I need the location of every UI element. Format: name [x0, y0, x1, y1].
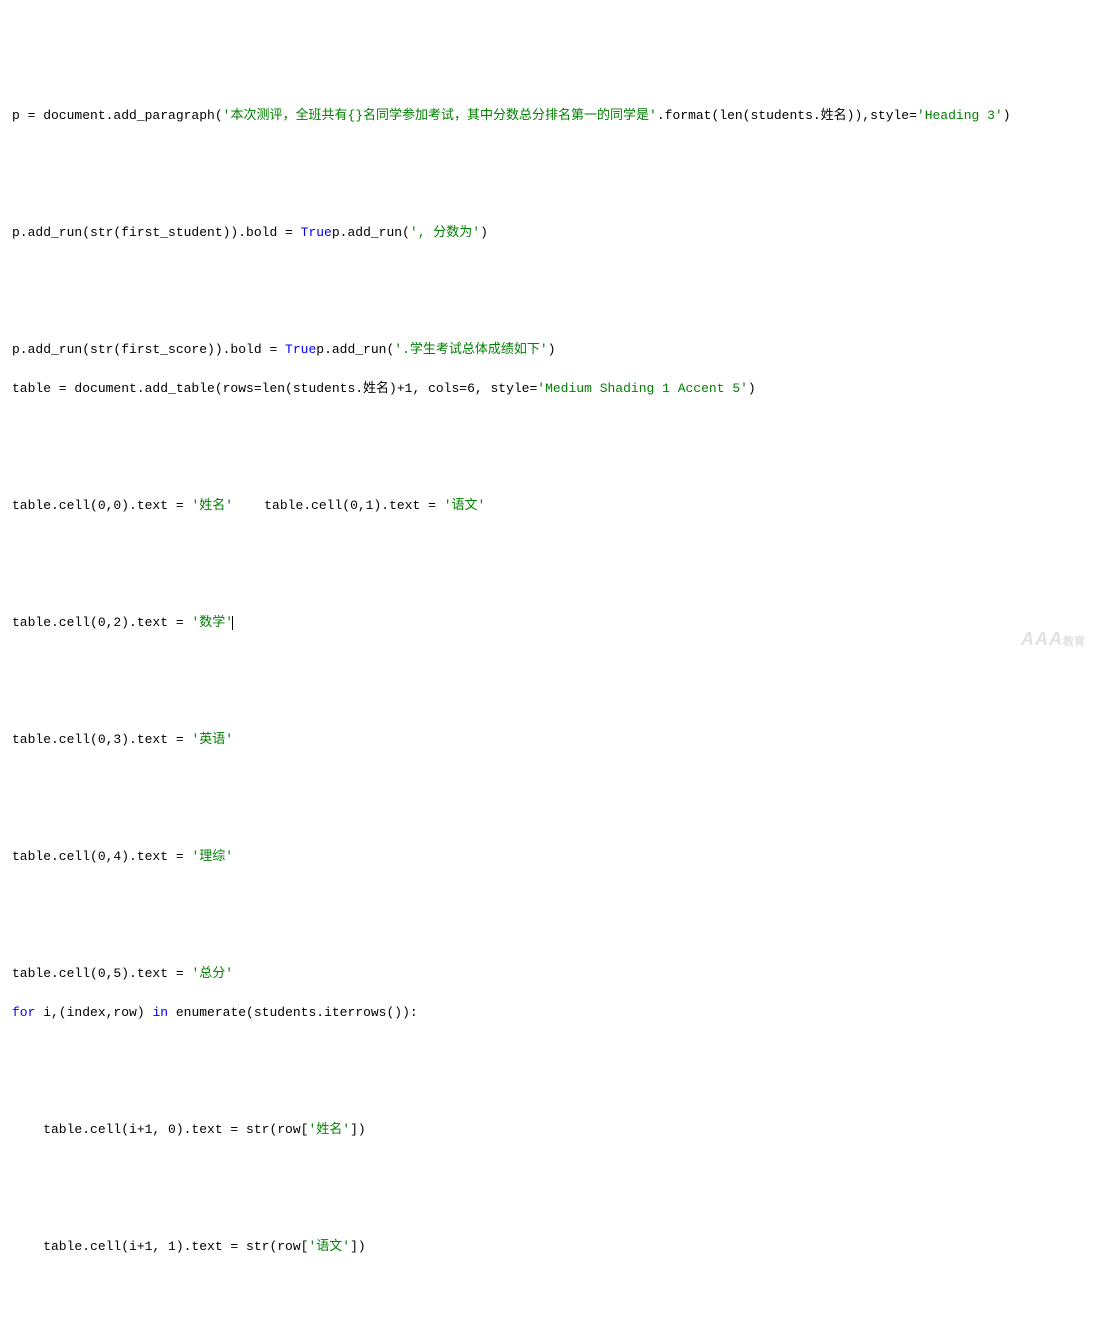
blank-line: [12, 262, 1085, 282]
blank-line: [12, 1159, 1085, 1179]
blank-line: [12, 301, 1085, 321]
code-line: p.add_run(str(first_score)).bold = Truep…: [12, 340, 1085, 360]
code-line: for i,(index,row) in enumerate(students.…: [12, 1003, 1085, 1023]
code-line: table.cell(0,2).text = '数学': [12, 613, 1085, 633]
blank-line: [12, 1042, 1085, 1062]
code-line: table.cell(0,0).text = '姓名' table.cell(0…: [12, 496, 1085, 516]
blank-line: [12, 769, 1085, 789]
code-line: p.add_run(str(first_student)).bold = Tru…: [12, 223, 1085, 243]
code-line: table.cell(i+1, 0).text = str(row['姓名']): [12, 1120, 1085, 1140]
blank-line: [12, 886, 1085, 906]
blank-line: [12, 691, 1085, 711]
blank-line: [12, 1276, 1085, 1296]
blank-line: [12, 184, 1085, 204]
code-line: table.cell(0,4).text = '理综': [12, 847, 1085, 867]
blank-line: [12, 145, 1085, 165]
blank-line: [12, 418, 1085, 438]
blank-line: [12, 1198, 1085, 1218]
blank-line: [12, 808, 1085, 828]
code-line: table.cell(i+1, 1).text = str(row['语文']): [12, 1237, 1085, 1257]
blank-line: [12, 925, 1085, 945]
blank-line: [12, 535, 1085, 555]
blank-line: [12, 1081, 1085, 1101]
code-line: table.cell(0,5).text = '总分': [12, 964, 1085, 984]
blank-line: [12, 457, 1085, 477]
code-line: p = document.add_paragraph('本次测评，全班共有{}名…: [12, 106, 1085, 126]
code-line: table = document.add_table(rows=len(stud…: [12, 379, 1085, 399]
blank-line: [12, 1315, 1085, 1318]
blank-line: [12, 652, 1085, 672]
blank-line: [12, 574, 1085, 594]
code-line: table.cell(0,3).text = '英语': [12, 730, 1085, 750]
code-editor[interactable]: p = document.add_paragraph('本次测评，全班共有{}名…: [12, 86, 1085, 1318]
text-cursor: [232, 616, 233, 630]
